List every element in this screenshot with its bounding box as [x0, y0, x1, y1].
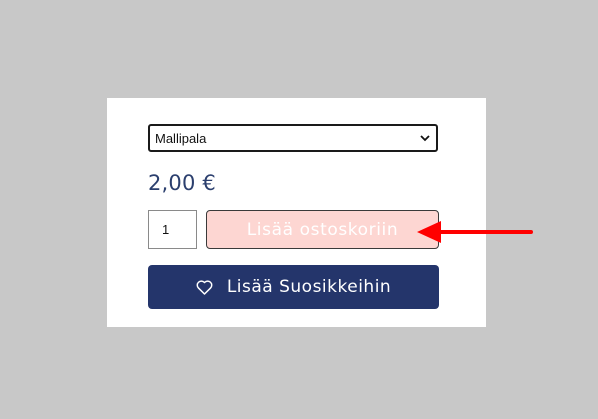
- variant-select[interactable]: Mallipala: [148, 124, 438, 152]
- chevron-down-icon: [420, 135, 430, 142]
- variant-select-value: Mallipala: [155, 130, 207, 146]
- add-to-cart-button[interactable]: Lisää ostoskoriin: [206, 210, 439, 249]
- quantity-input[interactable]: 1: [148, 210, 197, 249]
- add-to-cart-label: Lisää ostoskoriin: [246, 219, 399, 240]
- add-to-favorites-label: Lisää Suosikkeihin: [226, 277, 392, 297]
- heart-icon: [196, 279, 213, 295]
- red-arrow-icon: [417, 221, 533, 243]
- product-price: 2,00 €: [148, 171, 216, 195]
- product-card: Mallipala 2,00 € 1 Lisää ostoskoriin Lis…: [107, 98, 486, 327]
- add-to-favorites-button[interactable]: Lisää Suosikkeihin: [148, 265, 439, 309]
